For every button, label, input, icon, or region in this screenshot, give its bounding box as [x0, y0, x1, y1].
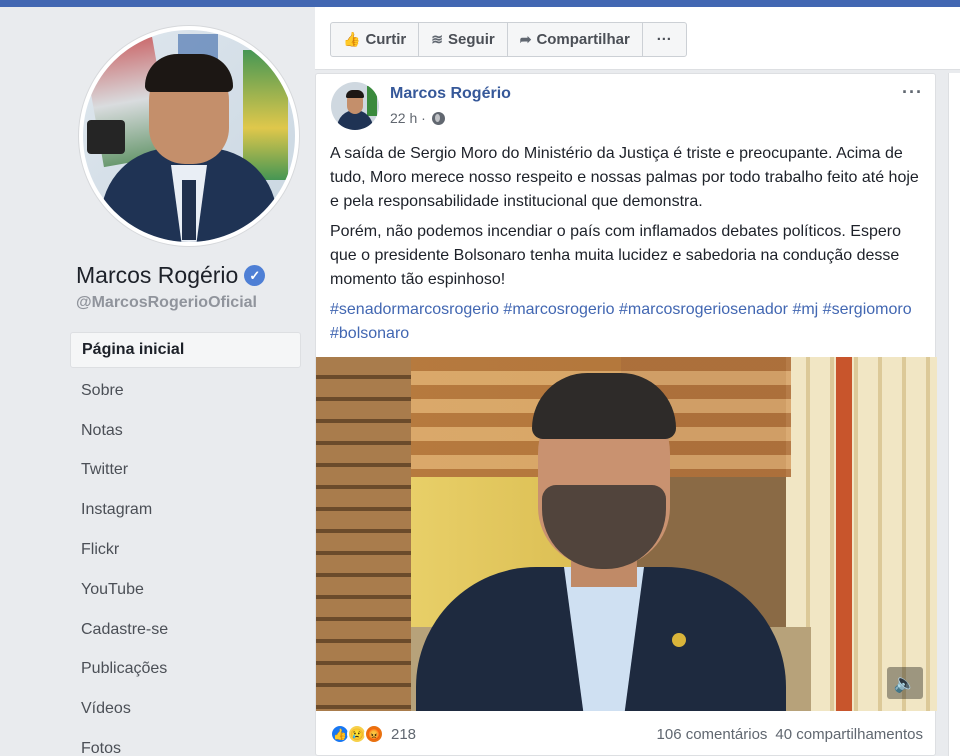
follow-button[interactable]: ≋ Seguir [419, 23, 508, 56]
nav-item-sobre[interactable]: Sobre [70, 371, 301, 411]
action-buttons: 👍 Curtir ≋ Seguir ➦ Compartilhar ··· [330, 22, 687, 57]
nav-item-instagram[interactable]: Instagram [70, 490, 301, 530]
share-button[interactable]: ➦ Compartilhar [508, 23, 643, 56]
post-paragraph-2: Porém, não podemos incendiar o país com … [330, 223, 901, 288]
post-stats: 106 comentários 40 compartilhamentos [657, 726, 923, 743]
nav-item-publicacoes[interactable]: Publicações [70, 650, 301, 690]
nav-item-videos[interactable]: Vídeos [70, 689, 301, 729]
page-handle[interactable]: @MarcosRogerioOficial [76, 294, 257, 312]
page-title[interactable]: Marcos Rogério [76, 262, 238, 289]
reactions-summary[interactable]: 👍 😢 😡 218 [330, 724, 416, 744]
nav-item-fotos[interactable]: Fotos [70, 729, 301, 756]
post-footer: 👍 😢 😡 218 106 comentários 40 compartilha… [316, 714, 937, 754]
page-title-row: Marcos Rogério ✓ [76, 262, 266, 289]
post-timestamp[interactable]: 22 h · [390, 110, 426, 126]
post-body: A saída de Sergio Moro do Ministério da … [330, 142, 920, 352]
profile-photo [83, 30, 295, 242]
rss-icon: ≋ [431, 31, 444, 47]
nav-item-twitter[interactable]: Twitter [70, 451, 301, 491]
thumbs-up-icon: 👍 [343, 31, 361, 47]
volume-icon[interactable]: 🔈 [887, 667, 923, 699]
reaction-count[interactable]: 218 [391, 726, 416, 743]
post-meta: 22 h · [390, 110, 445, 126]
like-label: Curtir [365, 31, 407, 48]
nav-item-notas[interactable]: Notas [70, 411, 301, 451]
nav-item-pagina-inicial[interactable]: Página inicial [70, 332, 301, 368]
nav-item-cadastre-se[interactable]: Cadastre-se [70, 610, 301, 650]
angry-reaction-icon: 😡 [364, 724, 384, 744]
more-actions-button[interactable]: ··· [643, 23, 686, 56]
nav-item-youtube[interactable]: YouTube [70, 570, 301, 610]
right-column-edge [948, 73, 960, 756]
page-nav: Página inicial Sobre Notas Twitter Insta… [70, 332, 301, 756]
follow-label: Seguir [448, 31, 495, 48]
nav-item-flickr[interactable]: Flickr [70, 530, 301, 570]
share-label: Compartilhar [536, 31, 630, 48]
shares-count[interactable]: 40 compartilhamentos [775, 726, 923, 743]
post-video[interactable]: 🔈 [316, 357, 937, 711]
post-card: Marcos Rogério 22 h · ··· A saída de Ser… [315, 73, 937, 756]
like-page-button[interactable]: 👍 Curtir [331, 23, 420, 56]
post-paragraph-1: A saída de Sergio Moro do Ministério da … [330, 145, 919, 210]
comments-count[interactable]: 106 comentários [657, 726, 768, 743]
post-hashtags[interactable]: #senadormarcosrogerio #marcosrogerio #ma… [330, 298, 920, 346]
globe-icon [431, 111, 445, 125]
top-blue-bar [0, 0, 960, 7]
post-author-name[interactable]: Marcos Rogério [390, 85, 511, 103]
post-options-button[interactable]: ··· [902, 82, 923, 103]
profile-picture[interactable] [79, 26, 299, 246]
post-author-avatar[interactable] [331, 82, 379, 130]
verified-badge-icon: ✓ [244, 265, 266, 286]
share-arrow-icon: ➦ [519, 31, 532, 47]
page-action-bar: 👍 Curtir ≋ Seguir ➦ Compartilhar ··· [315, 7, 960, 70]
